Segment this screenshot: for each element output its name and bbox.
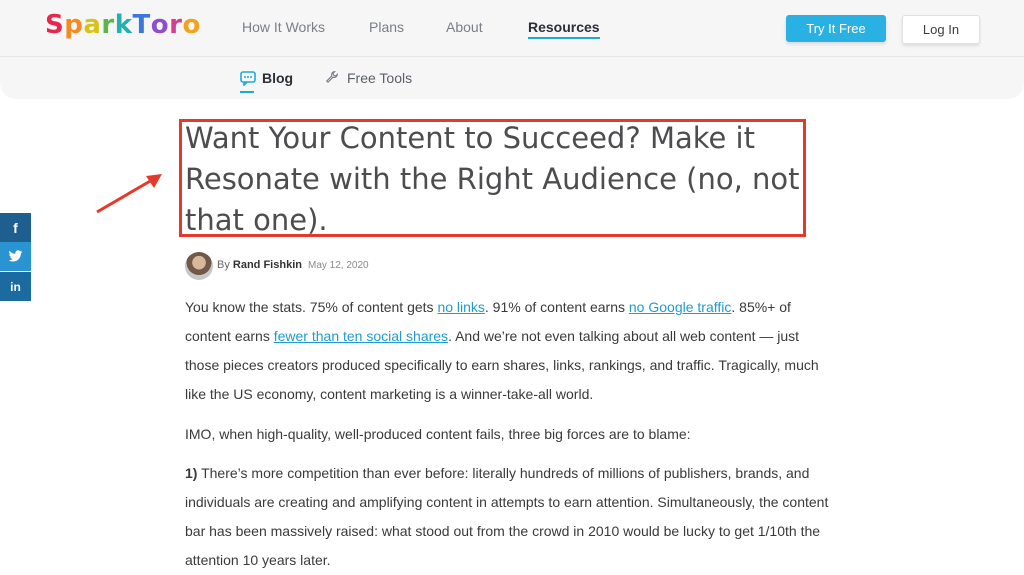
- article-title: Want Your Content to Succeed? Make it Re…: [185, 121, 800, 237]
- facebook-icon: f: [13, 219, 18, 236]
- twitter-share-button[interactable]: [0, 242, 31, 271]
- link-no-google-traffic[interactable]: no Google traffic: [629, 299, 731, 315]
- sparktoro-logo[interactable]: SparkToro: [45, 10, 201, 40]
- link-no-links[interactable]: no links: [437, 299, 484, 315]
- top-navbar: SparkToro How It Works Plans About Resou…: [0, 0, 1024, 57]
- logo-letter: r: [101, 10, 115, 40]
- paragraph-1-text-a: You know the stats. 75% of content gets: [185, 299, 438, 315]
- logo-letter: o: [182, 10, 201, 40]
- logo-letter: k: [114, 10, 133, 40]
- paragraph-1-text-b: . 91% of content earns: [484, 299, 629, 315]
- subnav-free-tools[interactable]: Free Tools: [325, 70, 412, 86]
- try-it-free-button[interactable]: Try It Free: [786, 15, 886, 42]
- twitter-icon: [8, 250, 23, 262]
- by-label: By: [217, 259, 230, 271]
- link-fewer-than-ten-social-shares[interactable]: fewer than ten social shares: [274, 328, 448, 344]
- author-byline: By Rand Fishkin: [217, 259, 302, 271]
- resources-subnav: Blog Free Tools: [0, 57, 1024, 99]
- author-name[interactable]: Rand Fishkin: [233, 259, 302, 271]
- nav-about[interactable]: About: [446, 19, 483, 35]
- nav-resources[interactable]: Resources: [528, 19, 600, 39]
- subnav-blog-label: Blog: [262, 70, 294, 86]
- facebook-share-button[interactable]: f: [0, 213, 31, 242]
- linkedin-icon: in: [10, 279, 21, 294]
- paragraph-1: You know the stats. 75% of content gets …: [185, 293, 835, 409]
- author-avatar[interactable]: [185, 252, 213, 280]
- linkedin-share-button[interactable]: in: [0, 272, 31, 301]
- point-number: 1): [185, 465, 198, 481]
- wrench-icon: [325, 70, 341, 86]
- chat-bubble-icon: [240, 70, 256, 86]
- paragraph-2: IMO, when high-quality, well-produced co…: [185, 426, 691, 442]
- red-arrow-annotation: [96, 174, 162, 214]
- logo-letter: r: [169, 10, 183, 40]
- nav-how-it-works[interactable]: How It Works: [242, 19, 325, 35]
- paragraph-3: 1) There’s more competition than ever be…: [185, 459, 835, 575]
- logo-letter: S: [45, 10, 65, 40]
- subnav-blog[interactable]: Blog: [240, 70, 294, 93]
- subnav-free-tools-label: Free Tools: [347, 70, 413, 86]
- logo-letter: a: [83, 10, 102, 40]
- login-button[interactable]: Log In: [902, 15, 980, 44]
- logo-letter: o: [150, 10, 170, 40]
- logo-letter: p: [64, 10, 84, 40]
- paragraph-3-text: There’s more competition than ever befor…: [185, 465, 829, 568]
- publish-date: May 12, 2020: [308, 260, 369, 271]
- nav-plans[interactable]: Plans: [369, 19, 404, 35]
- logo-letter: T: [132, 10, 151, 40]
